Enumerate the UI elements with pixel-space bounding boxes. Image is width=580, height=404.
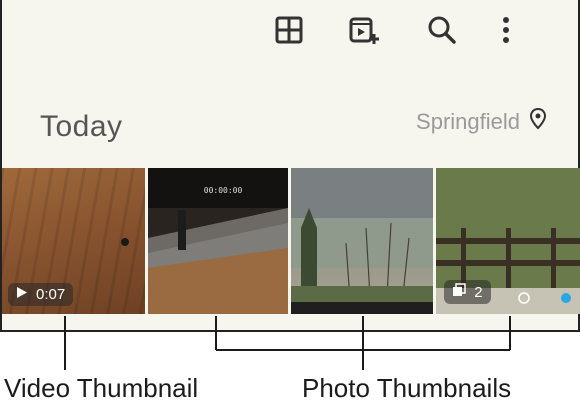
date-header: Today (40, 110, 123, 143)
create-video-icon[interactable] (348, 14, 380, 46)
play-icon (16, 286, 28, 303)
photo-thumbnails-caption: Photo Thumbnails (302, 373, 512, 403)
photo-thumbnail[interactable]: 00:00:00 (147, 168, 288, 314)
video-thumbnail[interactable]: 0:07 (2, 168, 145, 314)
location-pin-icon (529, 107, 547, 135)
video-duration-badge: 0:07 (8, 283, 74, 306)
gallery-screen: Today Springfield 0:07 00:00:00 2 (0, 0, 580, 332)
video-duration: 0:07 (36, 286, 66, 303)
search-icon[interactable] (426, 14, 458, 46)
video-timestamp-overlay: 00:00:00 (203, 186, 243, 195)
thumbnail-grid: 0:07 00:00:00 2 (2, 168, 580, 314)
photo-thumbnail[interactable]: 2 (436, 168, 580, 314)
photo-thumbnail[interactable] (290, 168, 434, 314)
photo-stack-badge: 2 (444, 280, 491, 304)
video-thumbnail-caption: Video Thumbnail (4, 373, 199, 403)
grid-view-icon[interactable] (273, 14, 305, 46)
stack-icon (452, 283, 466, 301)
top-toolbar (275, 0, 578, 62)
location-label: Springfield (416, 108, 520, 134)
more-vert-icon[interactable] (490, 14, 522, 46)
stack-count: 2 (474, 283, 483, 301)
location-tag[interactable]: Springfield (416, 107, 547, 135)
